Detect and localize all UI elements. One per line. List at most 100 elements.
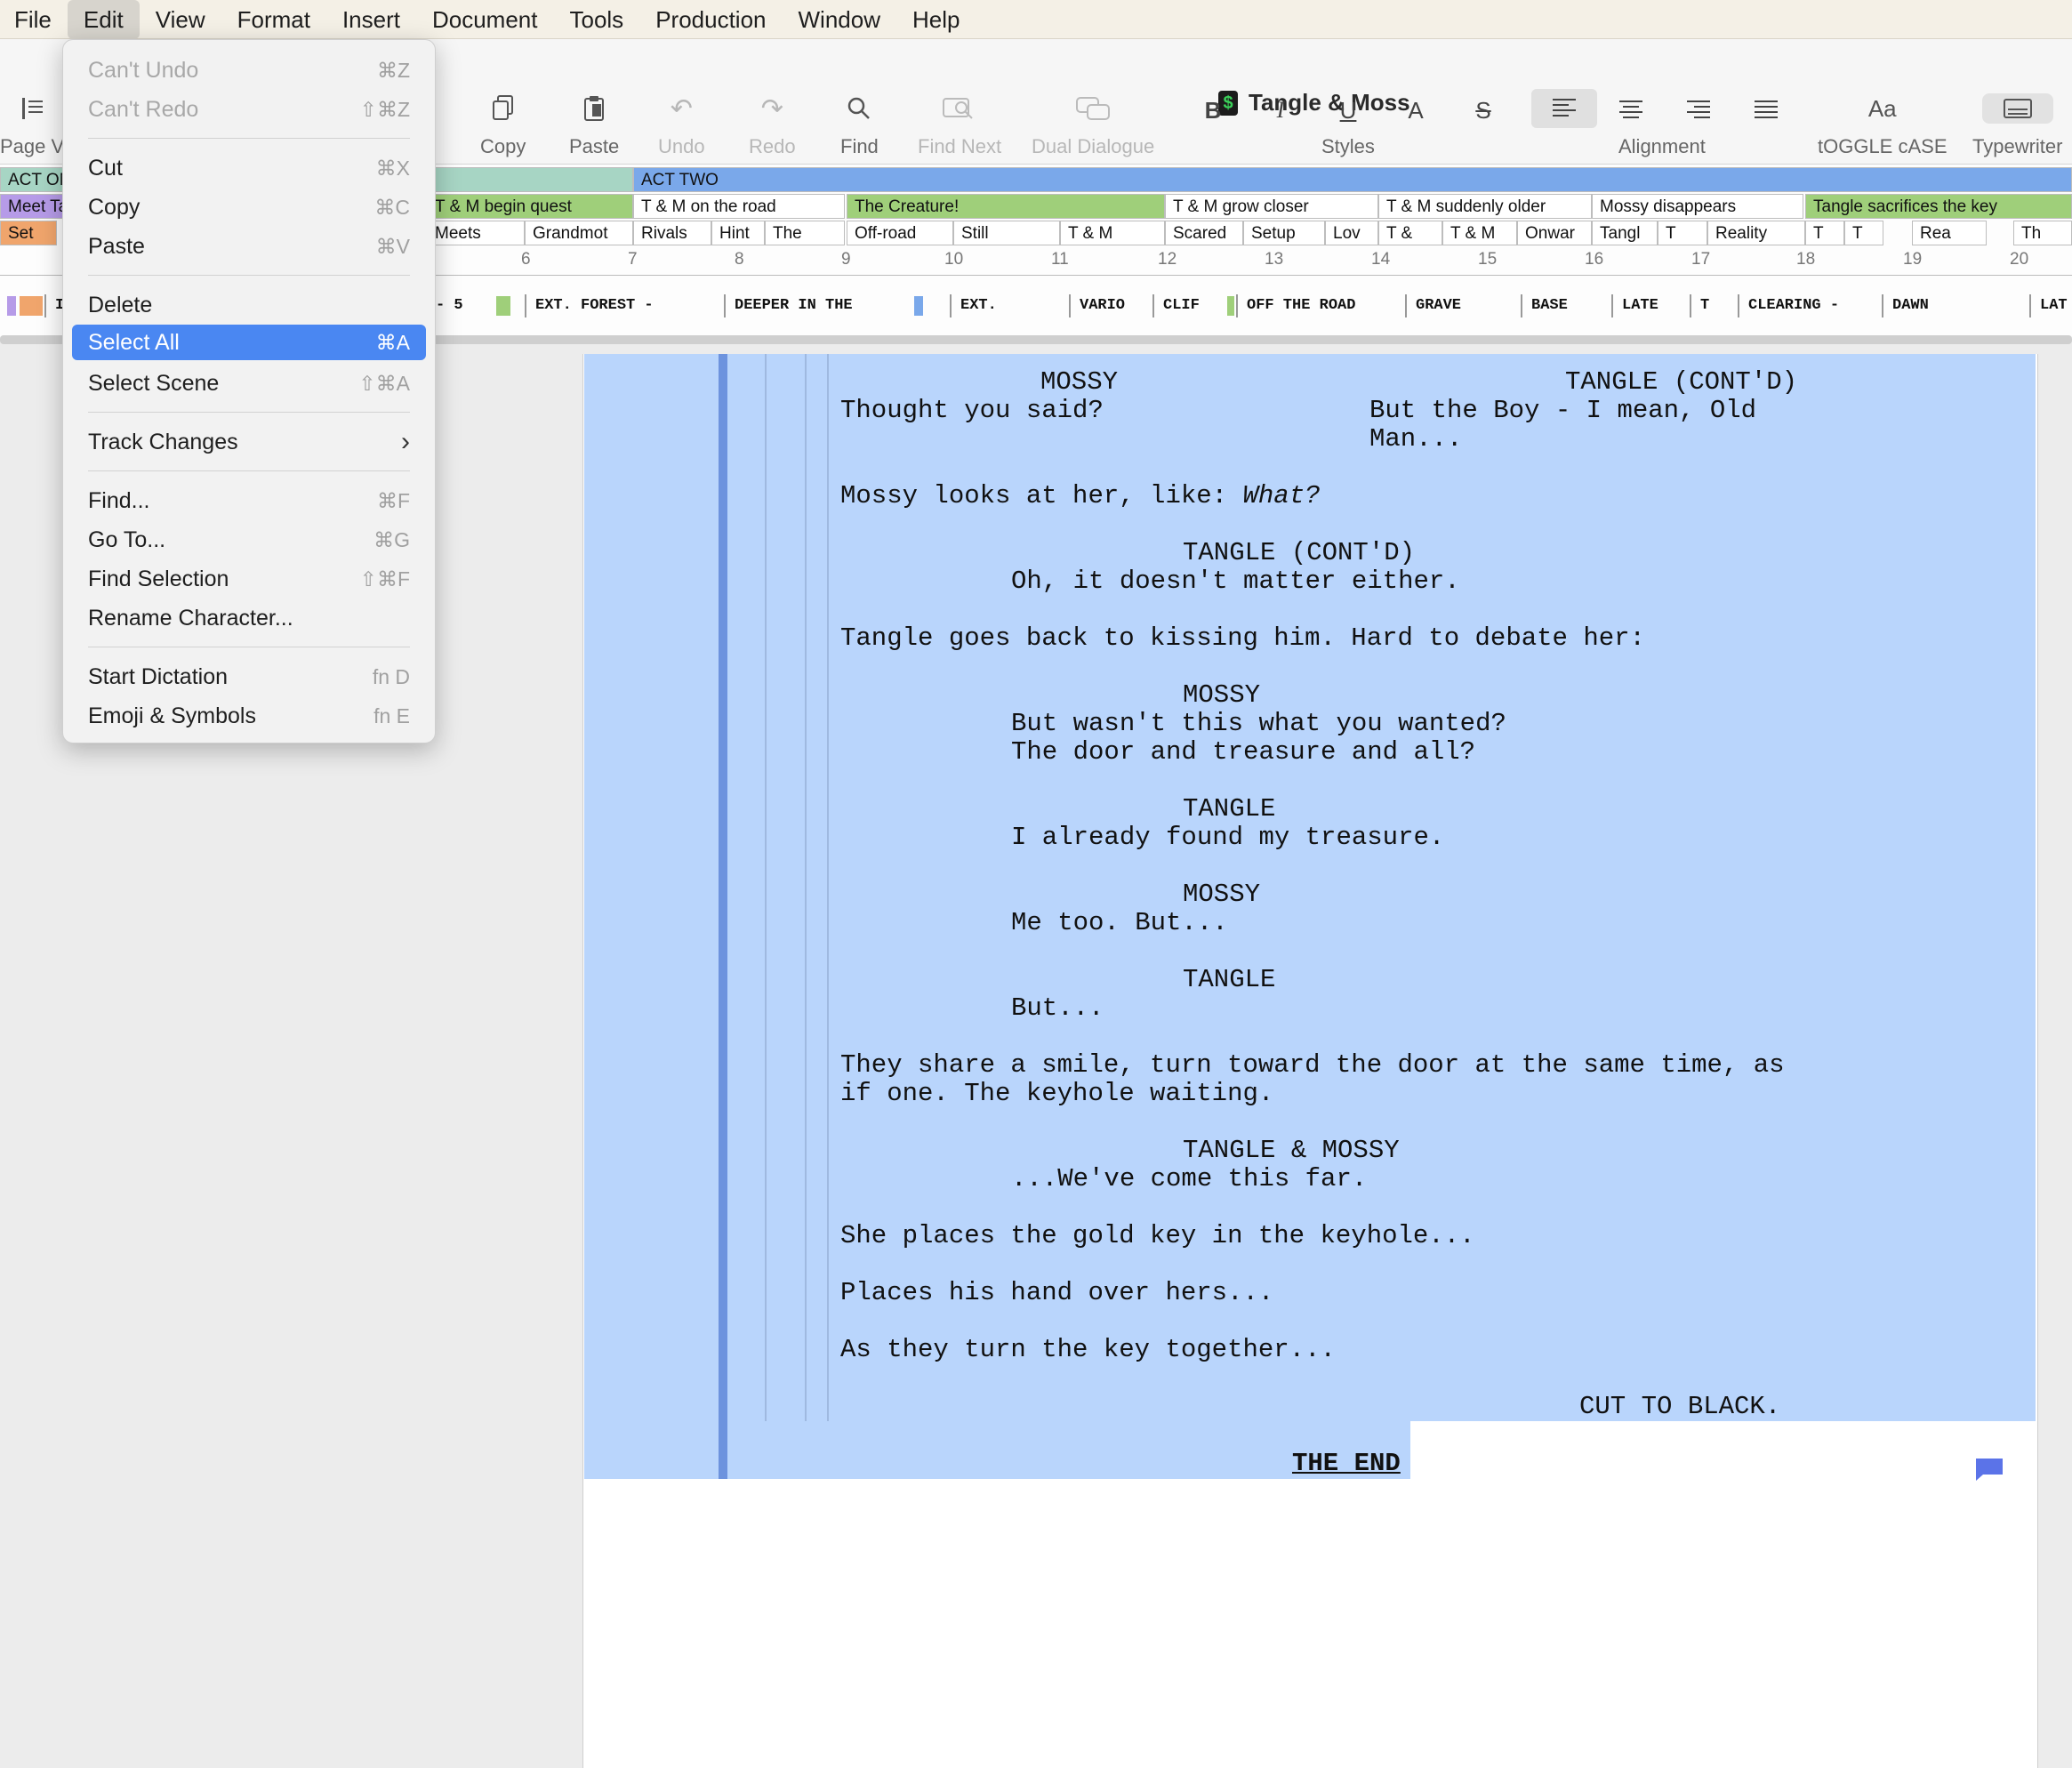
slugline[interactable]: VARIO [1069,294,1152,317]
timeline-scene[interactable]: Set [0,221,57,245]
character-cue: MOSSY [1040,367,1119,397]
menu-item-cut[interactable]: Cut ⌘X [72,150,426,186]
menu-item-find-selection[interactable]: Find Selection ⇧⌘F [72,561,426,597]
menu-item-label: Copy [88,194,141,220]
action-line: They share a smile, turn toward the door… [840,1050,1785,1080]
dual-dialogue-button[interactable]: Dual Dialogue [1032,87,1154,158]
timeline-scene[interactable]: Lov [1325,221,1378,245]
paste-button[interactable]: Paste [569,87,619,158]
italic-button[interactable]: I [1256,92,1305,128]
menu-item-track-changes[interactable]: Track Changes › [72,424,426,460]
menu-item-label: Find... [88,487,150,513]
menu-document[interactable]: Document [416,0,554,39]
menu-item-select-all[interactable]: Select All ⌘A [72,325,426,360]
ruler-number: 13 [1265,250,1284,269]
menu-item-select-scene[interactable]: Select Scene ⇧⌘A [72,366,426,401]
comment-icon[interactable] [1974,1457,2004,1482]
menu-edit[interactable]: Edit [67,0,140,39]
timeline-scene[interactable]: Rivals [633,221,711,245]
timeline-scene[interactable]: The [765,221,845,245]
timeline-scene[interactable]: Reality [1707,221,1805,245]
slugline[interactable]: CLEARING - [1738,294,1871,317]
menu-file[interactable]: File [0,0,68,39]
timeline-sequence[interactable]: The Creature! [847,194,1165,219]
justify-button[interactable] [1741,92,1791,128]
timeline-scene[interactable]: Still [953,221,1060,245]
menu-production[interactable]: Production [639,0,782,39]
typewriter-button[interactable]: Typewriter [1972,87,2062,158]
menu-window[interactable]: Window [783,0,896,39]
slugline[interactable]: DEEPER IN THE [724,294,912,317]
menu-item-cant-redo[interactable]: Can't Redo ⇧⌘Z [72,92,426,127]
menu-item-delete[interactable]: Delete [72,287,426,323]
slugline[interactable]: LAT [2029,294,2072,317]
timeline-scene[interactable]: T [1844,221,1883,245]
strikethrough-button[interactable]: S [1458,92,1508,128]
timeline-scene[interactable]: Hint [711,221,765,245]
slugline[interactable]: DAWN [1882,294,2024,317]
page-view-button[interactable]: Page V [0,87,64,158]
timeline-sequence[interactable]: T & M suddenly older [1378,194,1592,219]
alignment-label: Alignment [1618,135,1706,157]
action-line: Places his hand over hers... [840,1278,1274,1307]
timeline-scene[interactable]: Meets [427,221,525,245]
menu-item-start-dictation[interactable]: Start Dictation fn D [72,659,426,695]
dialogue-line: The door and treasure and all? [1011,737,1476,767]
timeline-scene[interactable]: Onwar [1517,221,1592,245]
menu-item-paste[interactable]: Paste ⌘V [72,229,426,264]
redo-button[interactable]: ↷ Redo [749,87,796,158]
timeline-scene[interactable]: Rea [1912,221,1987,245]
ruler-number: 19 [1903,250,1923,269]
slugline[interactable]: GRAVE [1405,294,1485,317]
find-next-button[interactable]: Find Next [918,87,1001,158]
slugline[interactable]: LATE [1611,294,1681,317]
timeline-act-two[interactable]: ACT TWO [633,167,2072,192]
align-center-button[interactable] [1606,92,1656,128]
menu-help[interactable]: Help [896,0,976,39]
timeline-scene[interactable]: Tangl [1592,221,1658,245]
slugline[interactable]: T [1690,294,1720,317]
timeline-scene[interactable]: Scared [1165,221,1243,245]
slugline[interactable]: I [44,294,62,317]
timeline-scene[interactable]: Grandmot [525,221,633,245]
timeline-sequence[interactable]: T & M on the road [633,194,845,219]
timeline-sequence[interactable]: T & M grow closer [1165,194,1378,219]
bold-button[interactable]: B [1188,92,1238,128]
menu-item-cant-undo[interactable]: Can't Undo ⌘Z [72,52,426,88]
menu-insert[interactable]: Insert [326,0,416,39]
slugline[interactable]: EXT. [950,294,1065,317]
underline-button[interactable]: U [1323,92,1373,128]
timeline-scene[interactable]: T & M [1060,221,1165,245]
menu-item-go-to[interactable]: Go To... ⌘G [72,522,426,558]
undo-button[interactable]: ↶ Undo [658,87,705,158]
menu-item-find[interactable]: Find... ⌘F [72,483,426,518]
copy-button[interactable]: Copy [480,87,526,158]
menu-view[interactable]: View [140,0,221,39]
slugline[interactable]: OFF THE ROAD [1236,294,1401,317]
menu-item-copy[interactable]: Copy ⌘C [72,189,426,225]
timeline-scene[interactable]: Off-road [847,221,953,245]
menu-item-rename-character[interactable]: Rename Character... [72,600,426,636]
timeline-sequence[interactable]: Meet Ta [0,194,64,219]
menu-item-emoji-symbols[interactable]: Emoji & Symbols fn E [72,698,426,734]
toggle-case-button[interactable]: Aa tOGGLE cASE [1818,87,1948,158]
timeline-scene[interactable]: Setup [1243,221,1325,245]
slugline[interactable]: EXT. FOREST - [525,294,719,317]
font-button[interactable]: A [1391,92,1441,128]
slugline[interactable]: CLIF [1152,294,1224,317]
timeline-sequence[interactable]: Mossy disappears [1592,194,1803,219]
slugline[interactable]: BASE [1521,294,1611,317]
timeline-scene[interactable]: T [1658,221,1707,245]
timeline-scene[interactable]: T & M [1442,221,1517,245]
find-button[interactable]: Find [840,87,879,158]
timeline-scene[interactable]: T [1805,221,1844,245]
timeline-scene[interactable]: Th [2013,221,2072,245]
timeline-sequence[interactable]: Tangle sacrifices the key [1805,194,2072,219]
align-left-button[interactable] [1531,89,1597,128]
timeline-sequence[interactable]: T & M begin quest [427,194,633,219]
timeline-scene[interactable]: T & [1378,221,1442,245]
menu-format[interactable]: Format [221,0,326,39]
align-right-button[interactable] [1674,92,1723,128]
menu-tools[interactable]: Tools [553,0,639,39]
slugline[interactable]: - 5 [427,294,494,317]
